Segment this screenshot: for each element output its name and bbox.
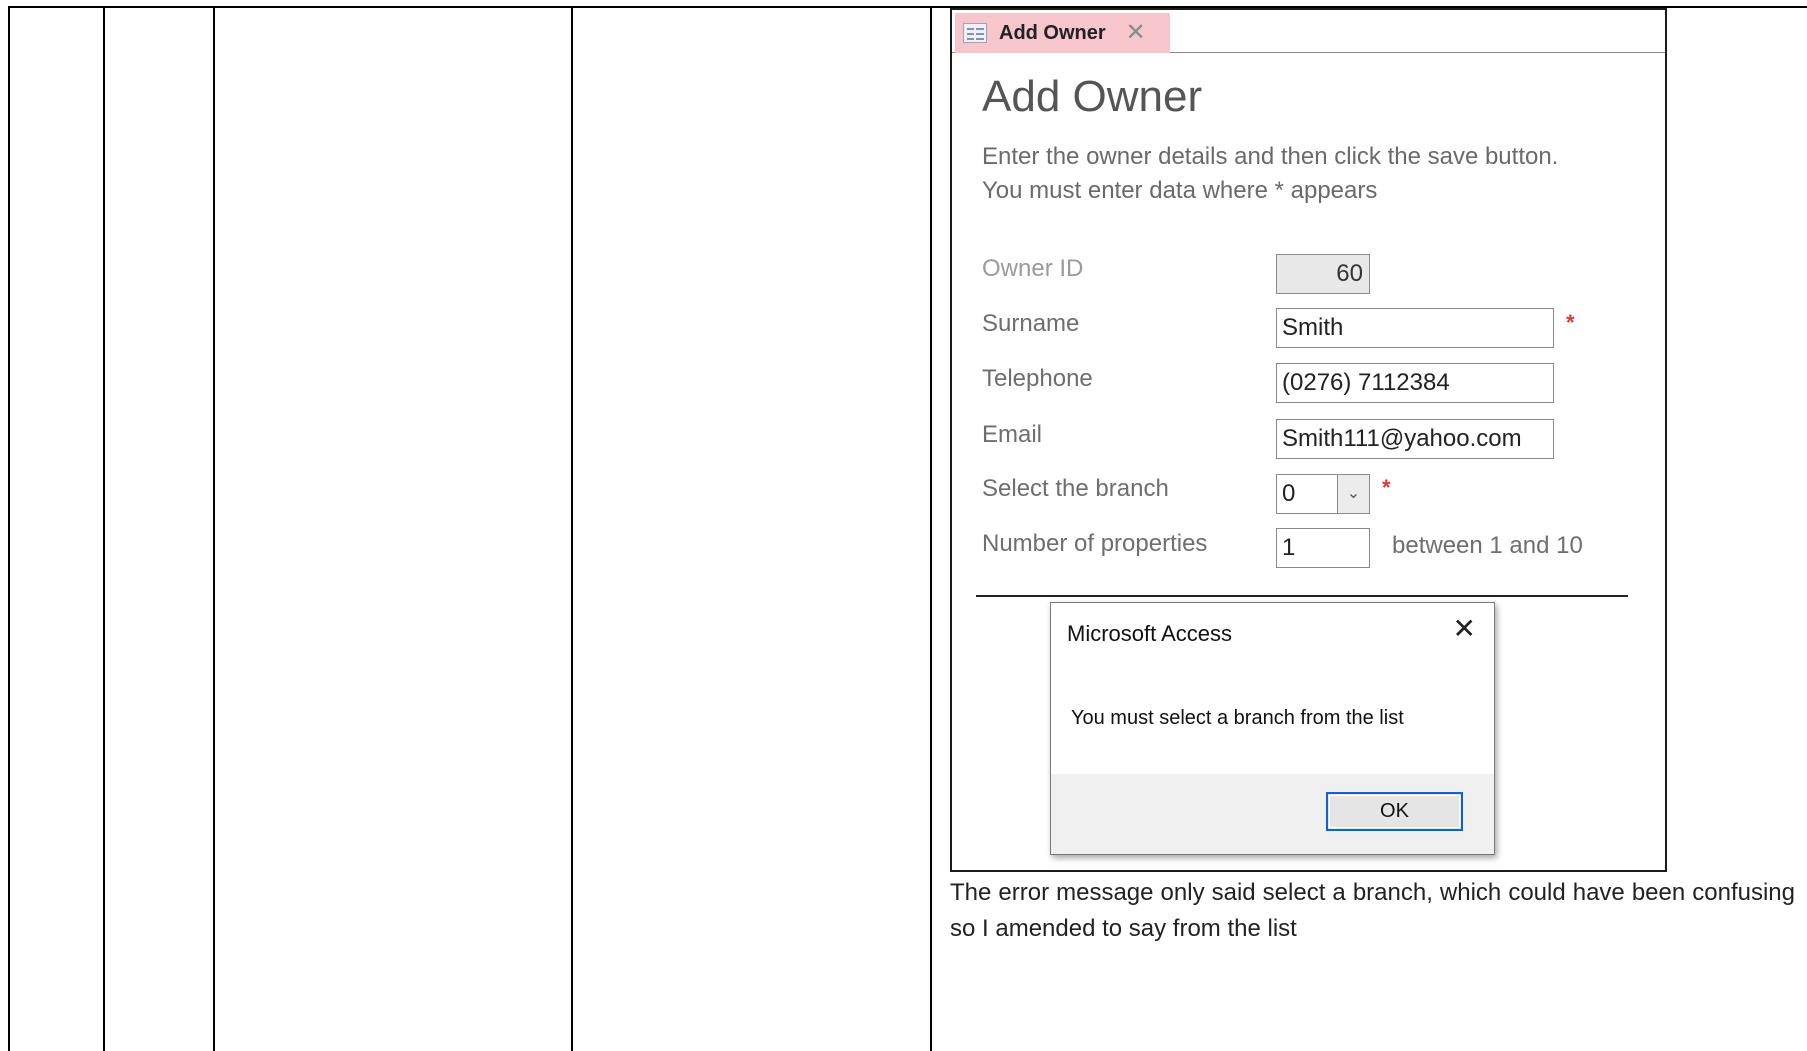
email-field[interactable]: Smith111@yahoo.com — [1276, 419, 1554, 459]
telephone-field[interactable]: (0276) 7112384 — [1276, 363, 1554, 403]
table-column-divider — [571, 6, 573, 1051]
telephone-label: Telephone — [982, 365, 1093, 392]
surname-field[interactable]: Smith — [1276, 308, 1554, 348]
properties-hint: between 1 and 10 — [1392, 532, 1583, 559]
close-icon[interactable]: ✕ — [1453, 615, 1476, 643]
message-box-text: You must select a branch from the list — [1071, 707, 1404, 729]
tab-add-owner[interactable]: Add Owner ✕ — [955, 13, 1170, 53]
message-box: Microsoft Access ✕ You must select a bra… — [1050, 602, 1495, 855]
form-icon — [963, 23, 987, 43]
form-title: Add Owner — [982, 72, 1203, 121]
table-column-divider — [930, 6, 932, 1051]
table-column-divider — [8, 6, 10, 1051]
required-marker: * — [1566, 310, 1575, 335]
instruction-line: You must enter data where * appears — [982, 177, 1378, 204]
branch-combo[interactable]: 0 ⌄ — [1276, 474, 1370, 514]
table-column-divider — [103, 6, 105, 1051]
form-instructions: Enter the owner details and then click t… — [982, 140, 1558, 208]
surname-label: Surname — [982, 310, 1080, 337]
table-column-divider — [213, 6, 215, 1051]
owner-id-field: 60 — [1276, 254, 1370, 294]
properties-label: Number of properties — [982, 530, 1208, 557]
tab-label: Add Owner — [999, 21, 1106, 44]
owner-id-label: Owner ID — [982, 255, 1084, 282]
branch-combo-value: 0 — [1282, 480, 1296, 507]
properties-field[interactable]: 1 — [1276, 528, 1370, 568]
access-form-screenshot: Add Owner ✕ Add Owner Enter the owner de… — [950, 8, 1667, 872]
form-divider — [976, 595, 1628, 597]
required-marker: * — [1382, 475, 1391, 500]
ok-button[interactable]: OK — [1326, 792, 1463, 831]
email-label: Email — [982, 421, 1043, 448]
caption-text: The error message only said select a bra… — [950, 879, 1795, 942]
message-box-footer: OK — [1051, 774, 1494, 854]
chevron-down-icon[interactable]: ⌄ — [1337, 475, 1369, 513]
document-tab-bar: Add Owner ✕ — [952, 10, 1665, 53]
instruction-line: Enter the owner details and then click t… — [982, 143, 1559, 170]
close-icon[interactable]: ✕ — [1126, 21, 1146, 45]
branch-label: Select the branch — [982, 475, 1169, 502]
message-box-title: Microsoft Access — [1067, 621, 1233, 646]
